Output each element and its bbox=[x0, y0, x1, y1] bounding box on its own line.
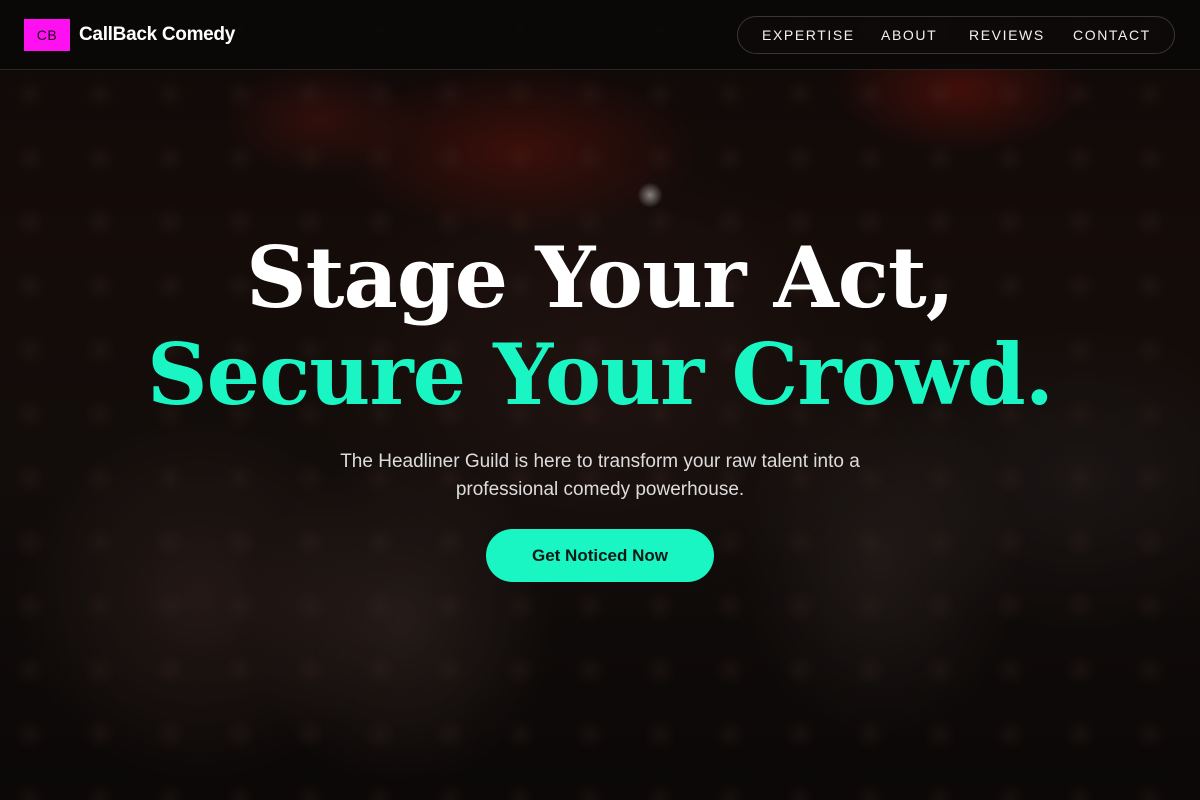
brand-logo[interactable]: CB CallBack Comedy bbox=[24, 19, 235, 51]
landing-page: CB CallBack Comedy EXPERTISE ABOUT REVIE… bbox=[0, 0, 1200, 800]
site-header: CB CallBack Comedy EXPERTISE ABOUT REVIE… bbox=[0, 0, 1200, 70]
main-nav: EXPERTISE ABOUT REVIEWS CONTACT bbox=[737, 16, 1175, 54]
nav-link-reviews[interactable]: REVIEWS bbox=[969, 27, 1045, 43]
nav-link-contact[interactable]: CONTACT bbox=[1073, 27, 1151, 43]
brand-name: CallBack Comedy bbox=[79, 24, 236, 45]
nav-link-expertise[interactable]: EXPERTISE bbox=[762, 27, 855, 43]
hero-subtitle: The Headliner Guild is here to transform… bbox=[340, 451, 860, 500]
hero-headline-line1: Stage Your Act, bbox=[246, 228, 955, 327]
brand-mark-icon: CB bbox=[24, 19, 70, 51]
get-noticed-button[interactable]: Get Noticed Now bbox=[486, 529, 714, 582]
nav-link-about[interactable]: ABOUT bbox=[881, 27, 937, 43]
hero-headline-line2: Secure Your Crowd. bbox=[147, 325, 1054, 424]
